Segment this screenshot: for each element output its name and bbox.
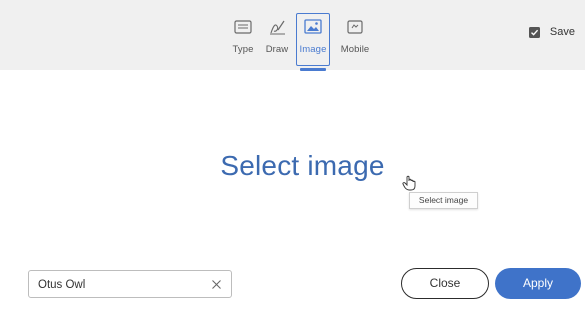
clear-icon[interactable] (211, 279, 222, 290)
tab-selected-indicator (300, 68, 326, 71)
tab-type-label: Type (232, 44, 254, 55)
name-input[interactable] (38, 277, 198, 292)
checkbox-checked-icon (528, 26, 540, 38)
save-checkbox[interactable]: Save (528, 24, 575, 40)
select-image-link[interactable]: Select image (0, 150, 585, 182)
tab-mobile[interactable]: Mobile (338, 14, 372, 66)
tab-mobile-label: Mobile (340, 44, 370, 55)
keyboard-icon (234, 20, 252, 34)
signature-toolbar: Type Draw Image Mobile Save (0, 0, 585, 71)
pen-icon (270, 20, 285, 35)
mobile-icon (347, 20, 363, 34)
close-button[interactable]: Close (401, 268, 489, 299)
save-label: Save (549, 26, 575, 38)
tab-type[interactable]: Type (230, 14, 256, 66)
tab-draw[interactable]: Draw (262, 14, 292, 66)
tab-image[interactable]: Image (296, 13, 330, 71)
apply-button[interactable]: Apply (495, 268, 581, 299)
tab-draw-label: Draw (265, 44, 289, 55)
tab-image-label: Image (299, 44, 327, 55)
hand-cursor-icon (402, 175, 416, 191)
name-field[interactable] (28, 270, 232, 298)
image-icon (304, 19, 322, 34)
tooltip: Select image (409, 192, 478, 209)
